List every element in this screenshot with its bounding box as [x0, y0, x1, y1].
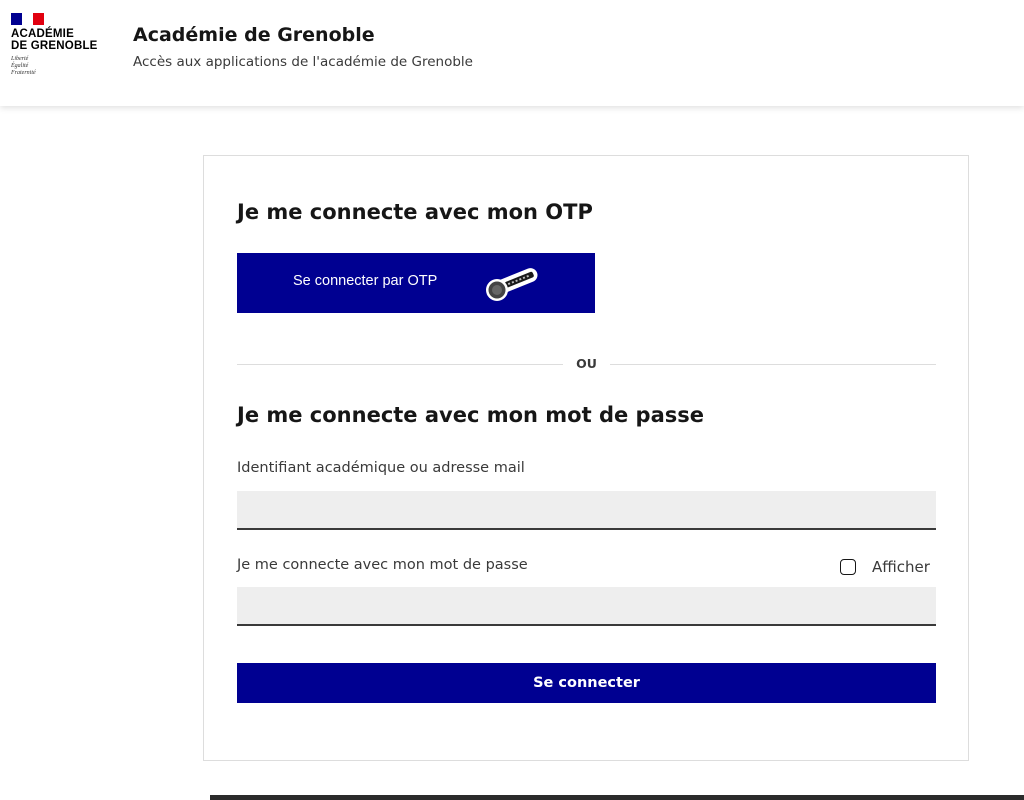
show-password-label[interactable]: Afficher — [872, 558, 930, 576]
separator-text: OU — [576, 356, 597, 371]
motto-fraternite: Fraternité — [11, 70, 36, 76]
password-label: Je me connecte avec mon mot de passe — [237, 557, 528, 573]
separator-line-right — [610, 364, 936, 365]
site-title: Académie de Grenoble — [133, 24, 375, 46]
identifier-input[interactable] — [237, 491, 936, 530]
show-password-toggle[interactable]: Afficher — [840, 556, 930, 578]
otp-button-label: Se connecter par OTP — [293, 273, 438, 289]
site-header: ACADÉMIE DE GRENOBLE Liberté Égalité Fra… — [0, 0, 1024, 106]
identifier-label: Identifiant académique ou adresse mail — [237, 460, 525, 476]
otp-login-button[interactable]: Se connecter par OTP — [237, 253, 595, 313]
motto-egalite: Égalité — [11, 63, 29, 69]
password-section-title: Je me connecte avec mon mot de passe — [237, 403, 704, 427]
logo-line-1: ACADÉMIE — [11, 28, 74, 40]
separator-line-left — [237, 364, 563, 365]
otp-section-title: Je me connecte avec mon OTP — [237, 200, 593, 224]
bottom-edge-bar — [210, 795, 1024, 800]
or-separator: OU — [237, 355, 936, 375]
logo-line-2: DE GRENOBLE — [11, 40, 98, 52]
login-card: Je me connecte avec mon OTP Se connecter… — [203, 155, 969, 761]
french-flag-icon — [11, 13, 44, 25]
otp-key-icon — [486, 268, 538, 301]
logo-motto: Liberté Égalité Fraternité — [11, 56, 111, 77]
site-subtitle: Accès aux applications de l'académie de … — [133, 54, 473, 70]
show-password-checkbox[interactable] — [840, 559, 856, 575]
login-submit-button[interactable]: Se connecter — [237, 663, 936, 703]
motto-liberte: Liberté — [11, 56, 29, 62]
password-input[interactable] — [237, 587, 936, 626]
academie-logo[interactable]: ACADÉMIE DE GRENOBLE Liberté Égalité Fra… — [11, 13, 111, 77]
